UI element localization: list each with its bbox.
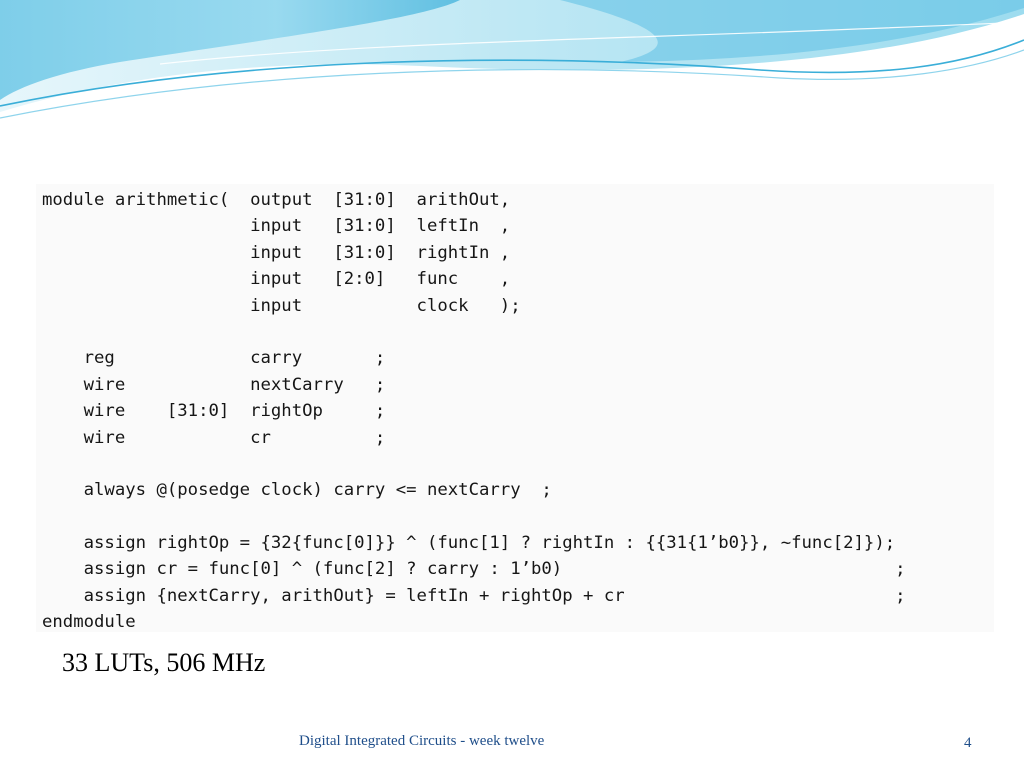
code-line: endmodule — [42, 612, 136, 632]
page-number: 4 — [964, 735, 972, 751]
code-line: wire nextCarry ; — [42, 374, 386, 395]
code-line: assign rightOp = {32{func[0]}} ^ (func[1… — [42, 533, 896, 554]
result-summary: 33 LUTs, 506 MHz — [62, 648, 266, 677]
code-line: wire cr ; — [42, 427, 386, 448]
code-line: input [2:0] func , — [42, 269, 511, 290]
code-line: always @(posedge clock) carry <= nextCar… — [42, 480, 552, 501]
code-line: assign cr = func[0] ^ (func[2] ? carry :… — [42, 559, 906, 580]
code-line: module arithmetic( output [31:0] arithOu… — [42, 190, 511, 210]
code-line: input [31:0] rightIn , — [42, 242, 511, 263]
footer-title: Digital Integrated Circuits - week twelv… — [299, 733, 545, 749]
code-line: input [31:0] leftIn , — [42, 216, 511, 237]
code-line: assign {nextCarry, arithOut} = leftIn + … — [42, 585, 906, 606]
code-line: reg carry ; — [42, 348, 386, 369]
code-line: wire [31:0] rightOp ; — [42, 401, 386, 422]
verilog-code-block: module arithmetic( output [31:0] arithOu… — [36, 184, 994, 632]
code-line: input clock ); — [42, 295, 521, 316]
header-wave-decoration — [0, 0, 1024, 119]
